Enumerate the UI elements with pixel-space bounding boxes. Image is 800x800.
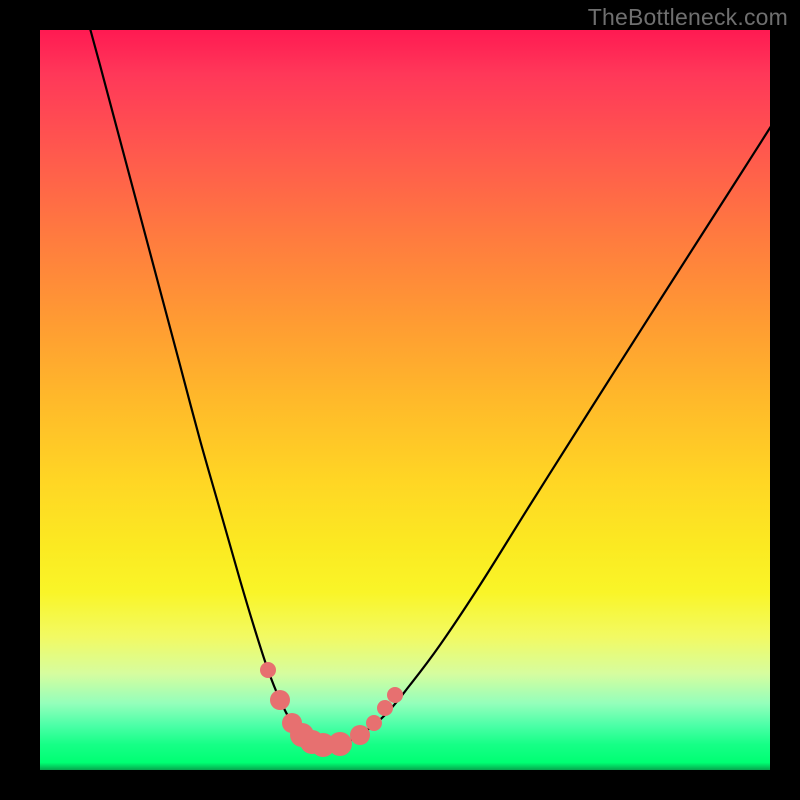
data-marker: [328, 732, 352, 756]
curve-svg: [40, 30, 770, 770]
data-marker: [270, 690, 290, 710]
bottleneck-curve: [85, 10, 800, 745]
data-marker: [350, 725, 370, 745]
data-marker: [366, 715, 382, 731]
data-marker: [377, 700, 393, 716]
data-marker: [260, 662, 276, 678]
chart-frame: TheBottleneck.com: [0, 0, 800, 800]
watermark-text: TheBottleneck.com: [588, 4, 788, 31]
marker-group: [260, 662, 403, 757]
plot-area: [40, 30, 770, 770]
curve-path-group: [85, 10, 800, 745]
data-marker: [387, 687, 403, 703]
